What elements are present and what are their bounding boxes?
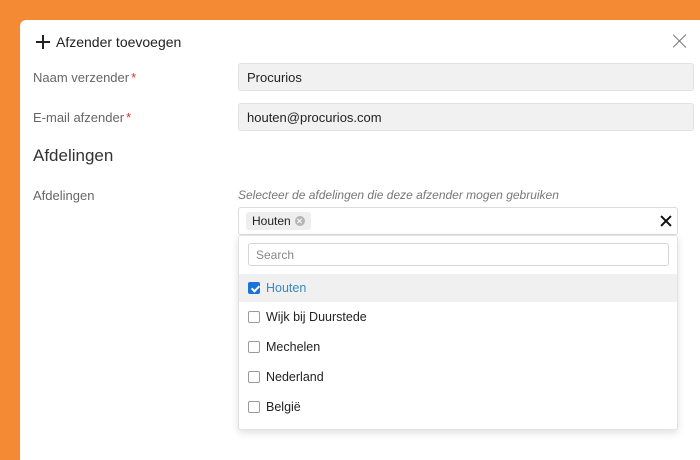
checkbox[interactable] — [248, 371, 260, 383]
required-asterisk: * — [131, 70, 137, 85]
modal-header: Afzender toevoegen — [36, 32, 181, 52]
option-mechelen[interactable]: Mechelen — [239, 333, 677, 361]
option-houten[interactable]: Houten — [239, 274, 677, 302]
sender-email-label: E-mail afzender * — [33, 110, 132, 125]
add-sender-modal: Afzender toevoegen Naam verzender * Procu… — [20, 20, 700, 460]
plus-icon — [36, 35, 50, 49]
chip-remove-icon[interactable] — [294, 216, 305, 226]
checkbox[interactable] — [248, 311, 260, 323]
option-nederland[interactable]: Nederland — [239, 363, 677, 391]
selected-chip: Houten — [246, 212, 311, 230]
departments-hint: Selecteer de afdelingen die deze afzende… — [238, 188, 559, 202]
option-label: Mechelen — [266, 340, 321, 354]
section-title-departments: Afdelingen — [33, 146, 114, 165]
departments-label: Afdelingen — [33, 188, 95, 203]
option-label: Nederland — [266, 370, 324, 384]
checkbox-checked[interactable] — [248, 282, 260, 294]
checkbox[interactable] — [248, 401, 260, 413]
modal-title: Afzender toevoegen — [56, 34, 182, 50]
option-belgie[interactable]: België — [239, 393, 677, 421]
close-icon[interactable] — [673, 34, 687, 48]
option-wijk-bij-duurstede[interactable]: Wijk bij Duurstede — [239, 303, 677, 331]
search-input[interactable] — [248, 243, 669, 266]
required-asterisk: * — [126, 110, 132, 125]
sender-email-field[interactable]: houten@procurios.com — [238, 103, 694, 131]
checkbox[interactable] — [248, 341, 260, 353]
option-label: Wijk bij Duurstede — [266, 310, 367, 324]
sender-name-field[interactable]: Procurios — [238, 63, 694, 91]
clear-selection-icon[interactable] — [660, 215, 672, 227]
option-label: België — [266, 400, 301, 414]
option-label: Houten — [266, 281, 307, 295]
chip-label: Houten — [252, 214, 291, 228]
departments-dropdown: Houten Wijk bij Duurstede Mechelen Neder… — [238, 235, 678, 430]
sender-name-label: Naam verzender * — [33, 70, 137, 85]
departments-multiselect[interactable]: Houten — [238, 207, 678, 235]
